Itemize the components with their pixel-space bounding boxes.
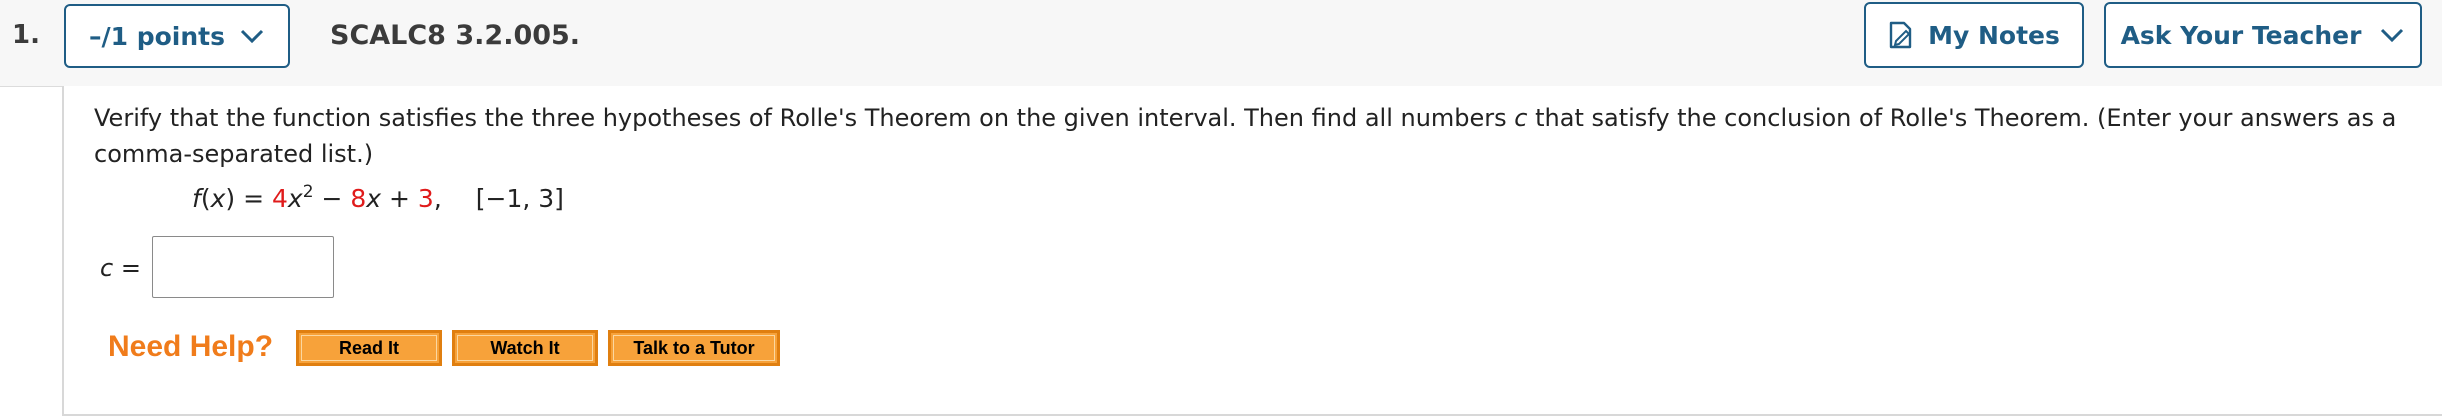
interval: [−1, 3] (475, 184, 564, 213)
constant-term: 3 (417, 184, 434, 213)
coefficient-2: 8 (350, 184, 367, 213)
points-dropdown-button[interactable]: –/1 points (64, 4, 290, 68)
formula-plus: + (381, 184, 418, 213)
question-id: SCALC8 3.2.005. (330, 20, 581, 51)
coefficient-1: 4 (271, 184, 288, 213)
formula-variable: x (366, 184, 382, 213)
watch-it-button[interactable]: Watch It (452, 330, 598, 366)
my-notes-button[interactable]: My Notes (1864, 2, 2084, 68)
prompt-text: Verify that the function satisfies the t… (94, 104, 1515, 132)
prompt-variable: c (1514, 104, 1528, 132)
answer-variable: c (100, 254, 114, 282)
ask-your-teacher-button[interactable]: Ask Your Teacher (2104, 2, 2422, 68)
talk-to-tutor-button[interactable]: Talk to a Tutor (608, 330, 780, 366)
exponent: 2 (302, 182, 314, 202)
answer-input[interactable] (152, 236, 334, 298)
chevron-down-icon (239, 28, 265, 44)
formula-comma: , (433, 184, 442, 213)
formula-paren-open: ( (200, 184, 211, 213)
points-label: –/1 points (89, 21, 225, 51)
my-notes-label: My Notes (1928, 20, 2060, 50)
formula-variable: x (210, 184, 226, 213)
read-it-button[interactable]: Read It (296, 330, 442, 366)
formula-minus: − (313, 184, 351, 213)
formula-variable: x (287, 184, 303, 213)
question-header: 1. –/1 points SCALC8 3.2.005. My Notes A… (0, 0, 2442, 87)
answer-equals: = (113, 254, 141, 282)
function-formula: f(x) = 4x2 − 8x + 3, [−1, 3] (192, 182, 564, 214)
answer-label: c = (100, 254, 141, 282)
question-prompt: Verify that the function satisfies the t… (94, 100, 2424, 172)
formula-equals: ) = (225, 184, 272, 213)
question-number: 1. (12, 20, 40, 50)
function-name: f (192, 184, 201, 213)
question-body: Verify that the function satisfies the t… (62, 86, 2442, 416)
chevron-down-icon (2379, 27, 2405, 43)
note-pencil-icon (1888, 21, 1914, 49)
need-help-label: Need Help? (108, 330, 274, 363)
ask-your-teacher-label: Ask Your Teacher (2120, 20, 2362, 50)
